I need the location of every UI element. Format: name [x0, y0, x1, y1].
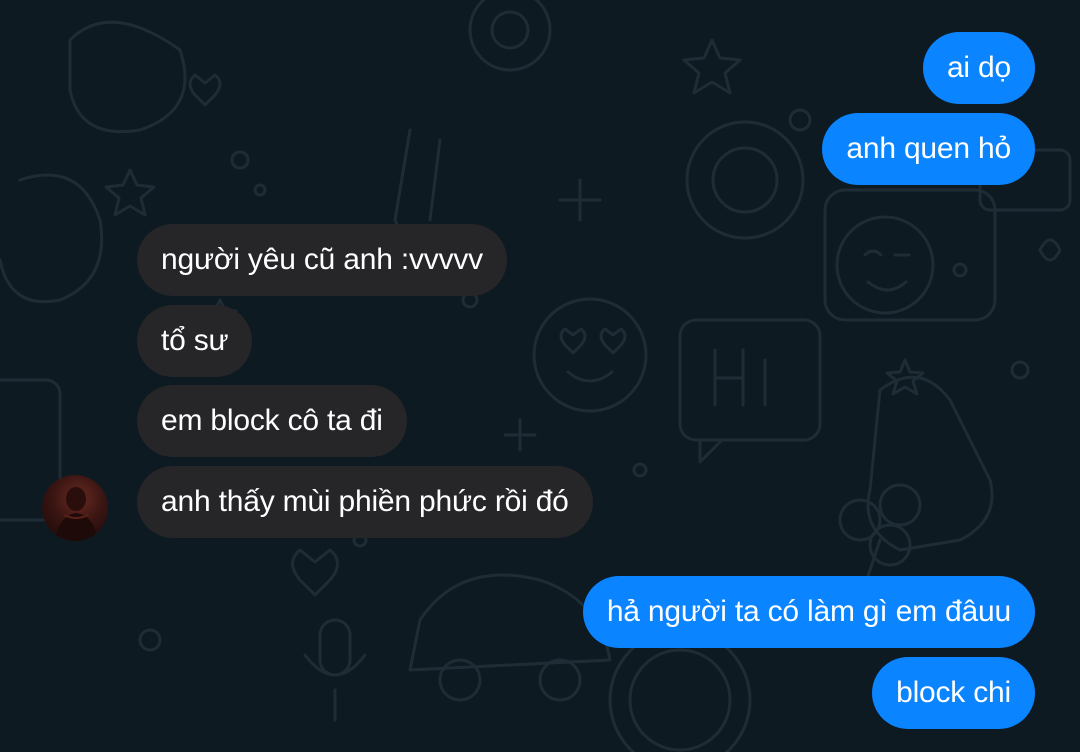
chat-thread: ai dọ anh quen hỏ người yêu cũ anh :vvvv… — [0, 0, 1080, 752]
incoming-message-bubble[interactable]: tổ sư — [137, 305, 253, 377]
message-text: người yêu cũ anh :vvvvv — [161, 243, 483, 276]
outgoing-message-bubble[interactable]: block chi — [872, 657, 1035, 729]
outgoing-message-bubble[interactable]: ai dọ — [922, 32, 1035, 104]
message-text: anh quen hỏ — [846, 132, 1011, 165]
message-text: ai dọ — [946, 51, 1011, 84]
incoming-message-bubble[interactable]: người yêu cũ anh :vvvvv — [137, 224, 507, 296]
message-text: hả người ta có làm gì em đâuu — [606, 595, 1011, 628]
outgoing-message-bubble[interactable]: anh quen hỏ — [822, 113, 1035, 185]
incoming-message-bubble[interactable]: anh thấy mùi phiền phức rồi đó — [137, 466, 593, 538]
message-text: em block cô ta đi — [161, 404, 383, 437]
outgoing-message-bubble[interactable]: hả người ta có làm gì em đâuu — [582, 576, 1035, 648]
contact-avatar[interactable] — [42, 475, 108, 541]
message-text: tổ sư — [161, 324, 229, 357]
message-text: block chi — [896, 676, 1011, 709]
incoming-message-bubble[interactable]: em block cô ta đi — [137, 385, 407, 457]
avatar-photo-icon — [54, 487, 98, 541]
message-text: anh thấy mùi phiền phức rồi đó — [161, 485, 569, 518]
